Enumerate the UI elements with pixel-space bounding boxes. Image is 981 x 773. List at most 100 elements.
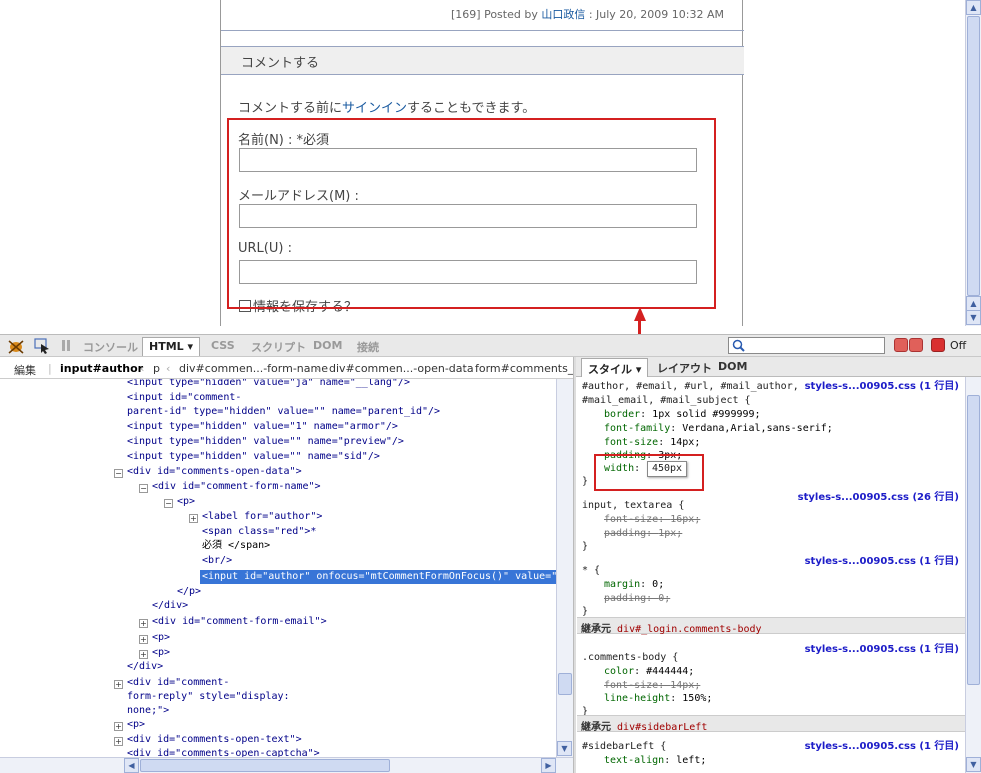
stylesheet-link[interactable]: styles-s...00905.css (1 行目)	[805, 377, 959, 392]
expand-icon[interactable]: +	[189, 514, 198, 523]
expand-icon[interactable]: +	[114, 722, 123, 731]
expand-icon[interactable]: +	[139, 650, 148, 659]
crumb-item[interactable]: div#commen...-open-data	[329, 362, 474, 375]
html-line-text: <input id="author" onfocus="mtCommentFor…	[202, 571, 556, 582]
inspect-icon[interactable]	[34, 338, 50, 354]
html-line[interactable]: <input type="hidden" value="1" name="arm…	[127, 420, 398, 434]
html-line[interactable]: <p>	[152, 646, 170, 660]
html-line[interactable]: <span class="red">*	[202, 525, 316, 539]
pane-splitter[interactable]	[573, 357, 576, 773]
firebug-toolbar: コンソール HTML ▾ CSS スクリプト DOM 接続 Off	[0, 334, 981, 357]
html-line[interactable]: </div>	[127, 660, 163, 674]
css-declaration[interactable]: color: #444444;	[604, 665, 694, 678]
html-line[interactable]: <p>	[177, 495, 195, 509]
scroll-thumb[interactable]	[140, 759, 390, 772]
css-declaration[interactable]: text-align: left;	[604, 754, 706, 767]
author-link[interactable]: 山口政信	[541, 8, 585, 21]
scroll-thumb[interactable]	[558, 673, 572, 695]
collapse-icon[interactable]: −	[164, 499, 173, 508]
scroll-thumb[interactable]	[967, 395, 980, 685]
css-declaration[interactable]: border: 1px solid #999999;	[604, 408, 761, 421]
html-hscrollbar[interactable]: ◀ ▶	[0, 757, 573, 773]
stylesheet-link[interactable]: styles-s...00905.css (1 行目)	[805, 552, 959, 567]
css-declaration[interactable]: font-size: 14px;	[604, 436, 700, 449]
scroll-down-icon[interactable]: ▼	[557, 741, 572, 756]
crumb-item[interactable]: form#comments_fo	[475, 362, 575, 375]
html-line[interactable]: </p>	[177, 585, 201, 599]
html-line[interactable]: <div id="comments-open-text">	[127, 733, 302, 747]
scroll-thumb[interactable]	[967, 16, 980, 296]
tab-css[interactable]: CSS	[211, 339, 235, 352]
tab-style[interactable]: スタイル ▾	[581, 358, 649, 377]
html-line[interactable]: </div>	[152, 599, 188, 613]
html-line-text: <p>	[152, 647, 171, 658]
inherited-element[interactable]: div#_login.comments-body	[617, 624, 762, 635]
expand-icon[interactable]: +	[114, 737, 123, 746]
scroll-down-icon[interactable]: ▼	[966, 757, 981, 772]
scroll-right-icon[interactable]: ▶	[541, 758, 556, 773]
css-value: 1px;	[658, 528, 683, 539]
edit-button[interactable]: 編集	[14, 362, 36, 378]
page-scrollbar[interactable]: ▲ ▲ ▼	[965, 0, 981, 326]
html-line[interactable]: none;">	[127, 704, 169, 718]
stylesheet-link[interactable]: styles-s...00905.css (1 行目)	[805, 640, 959, 655]
html-line[interactable]: <div id="comment-form-name">	[152, 480, 321, 494]
tab-script[interactable]: スクリプト	[251, 339, 306, 355]
html-line[interactable]: <p>	[127, 718, 145, 732]
inherited-element[interactable]: div#sidebarLeft	[617, 722, 707, 733]
crumb-item[interactable]: input#author	[60, 362, 143, 375]
html-line[interactable]: 必須 </span>	[202, 539, 270, 553]
html-line[interactable]: <p>	[152, 631, 170, 645]
css-declaration[interactable]: padding: 1px;	[604, 527, 682, 540]
html-line[interactable]: <div id="comment-	[127, 676, 229, 690]
expand-icon[interactable]: +	[114, 680, 123, 689]
search-input[interactable]	[728, 337, 885, 354]
tab-layout[interactable]: レイアウト	[657, 360, 712, 376]
crumb-item[interactable]: div#commen...-form-name	[179, 362, 328, 375]
scroll-down-icon[interactable]: ▼	[966, 310, 981, 325]
css-declaration[interactable]: padding: 0;	[604, 592, 670, 605]
scroll-left-icon[interactable]: ◀	[124, 758, 139, 773]
tab-html[interactable]: HTML ▾	[142, 337, 201, 356]
html-line[interactable]: <input id="comment-	[127, 391, 241, 405]
css-declaration[interactable]: font-size: 14px;	[604, 679, 700, 692]
html-line[interactable]: parent-id" type="hidden" value="" name="…	[127, 405, 440, 419]
crumb-item[interactable]: p	[153, 362, 160, 375]
tab-side-dom[interactable]: DOM	[718, 360, 747, 373]
expand-icon[interactable]: +	[139, 635, 148, 644]
collapse-icon[interactable]: −	[114, 469, 123, 478]
off-label[interactable]: Off	[950, 339, 966, 352]
html-line[interactable]: <div id="comments-open-data">	[127, 465, 302, 479]
minimize-icon[interactable]	[894, 338, 908, 352]
style-scrollbar[interactable]: ▼	[965, 377, 981, 773]
css-declaration[interactable]: font-size: 16px;	[604, 513, 700, 526]
width-value-editor[interactable]: 450px	[647, 461, 687, 477]
html-line[interactable]: <label for="author">	[202, 510, 322, 524]
html-line[interactable]: <input type="hidden" value="" name="prev…	[127, 435, 404, 449]
signin-link[interactable]: サインイン	[342, 101, 407, 116]
scroll-up-icon[interactable]: ▲	[966, 296, 981, 311]
stylesheet-link[interactable]: styles-s...00905.css (26 行目)	[798, 488, 959, 503]
css-declaration[interactable]: line-height: 150%;	[604, 692, 712, 705]
firebug-icon[interactable]	[6, 337, 26, 355]
tab-net[interactable]: 接続	[357, 339, 379, 355]
html-scrollbar[interactable]: ▼	[556, 379, 573, 757]
collapse-icon[interactable]: −	[139, 484, 148, 493]
expand-icon[interactable]: +	[139, 619, 148, 628]
scroll-up-icon[interactable]: ▲	[966, 0, 981, 15]
css-declaration[interactable]: margin: 0;	[604, 578, 664, 591]
close-icon[interactable]	[931, 338, 945, 352]
html-line[interactable]: <div id="comments-open-captcha">	[127, 747, 320, 757]
tab-dom[interactable]: DOM	[313, 339, 342, 352]
css-declaration[interactable]: font-family: Verdana,Arial,sans-serif;	[604, 422, 833, 435]
html-line[interactable]: form-reply" style="display:	[127, 690, 290, 704]
selected-node[interactable]: <input id="author" onfocus="mtCommentFor…	[200, 570, 556, 584]
detach-icon[interactable]	[909, 338, 923, 352]
html-line[interactable]: <input type="hidden" value="ja" name="__…	[127, 379, 410, 390]
pause-icon[interactable]	[60, 339, 72, 353]
stylesheet-link[interactable]: styles-s...00905.css (1 行目)	[805, 737, 959, 752]
html-line[interactable]: <div id="comment-form-email">	[152, 615, 327, 629]
tab-console[interactable]: コンソール	[83, 339, 138, 355]
html-line[interactable]: <br/>	[202, 554, 232, 568]
html-line[interactable]: <input type="hidden" value="" name="sid"…	[127, 450, 380, 464]
